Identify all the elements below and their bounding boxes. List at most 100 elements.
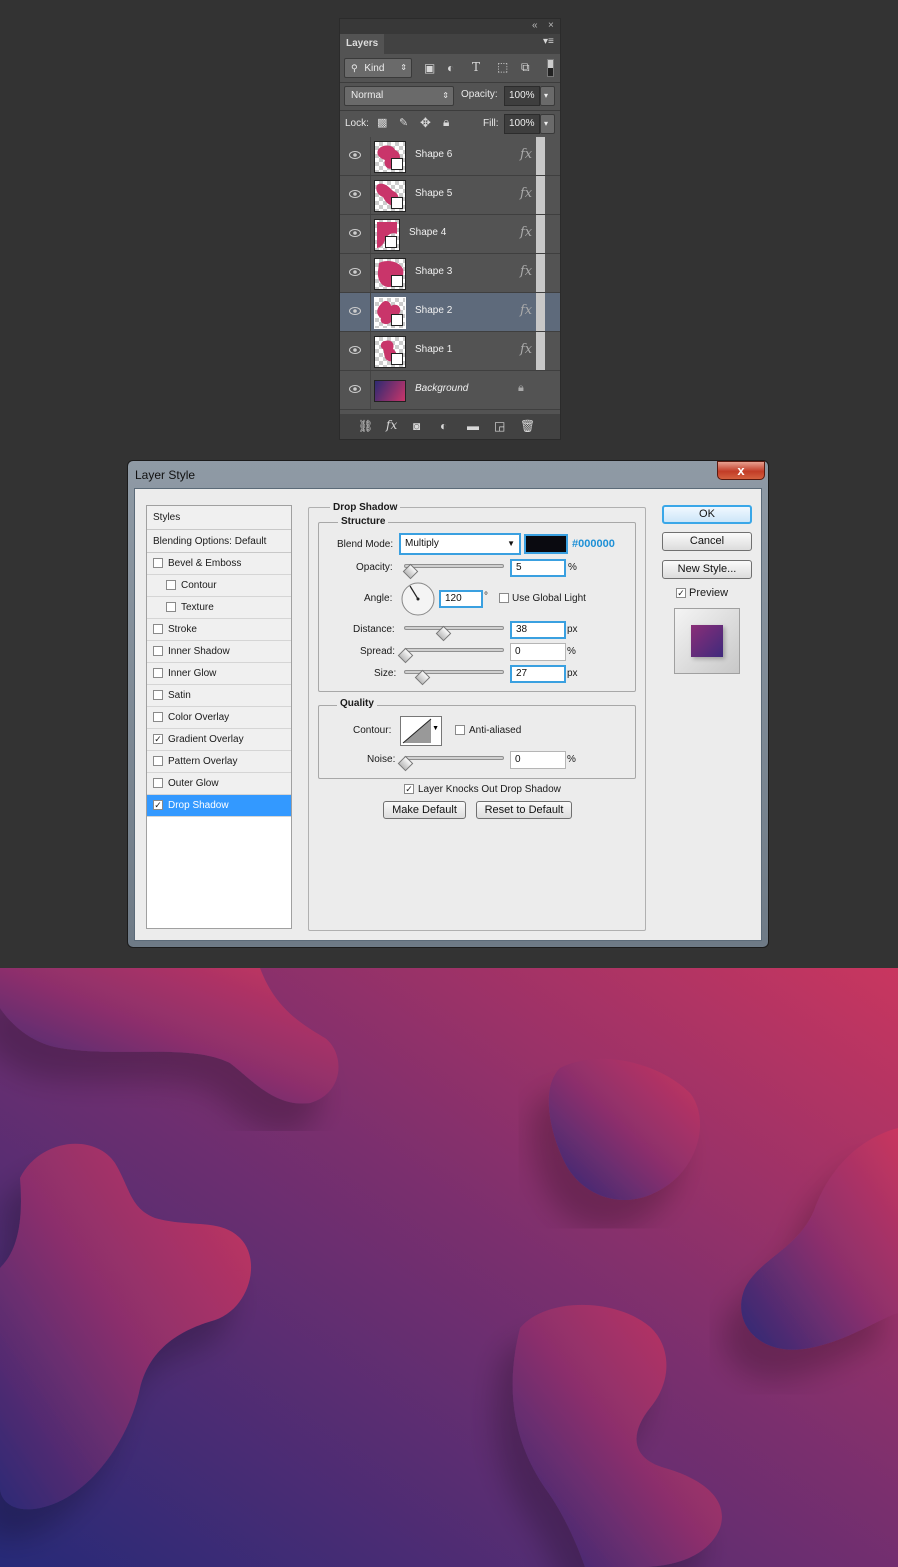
style-checkbox[interactable] <box>153 712 163 722</box>
layer-row[interactable]: Shape 4 fx <box>340 215 560 254</box>
fill-dropdown-icon[interactable]: ▾ <box>540 114 555 134</box>
style-item-contour[interactable]: Contour <box>147 575 291 597</box>
fill-input[interactable]: 100% <box>504 114 540 134</box>
contour-picker[interactable]: ▼ <box>400 716 442 746</box>
new-layer-icon[interactable]: ◲ <box>494 419 505 433</box>
smart-object-filter-icon[interactable]: ⧉ <box>521 60 530 75</box>
shadow-color-swatch[interactable] <box>524 534 568 554</box>
layer-row[interactable]: Shape 6 fx <box>340 137 560 176</box>
style-item-bevel-emboss[interactable]: Bevel & Emboss <box>147 553 291 575</box>
make-default-button[interactable]: Make Default <box>383 801 466 819</box>
lock-all-icon[interactable]: 🔒︎ <box>443 115 449 130</box>
knocks-out-checkbox[interactable]: ✓ <box>404 784 414 794</box>
eye-icon[interactable] <box>349 188 361 200</box>
style-item-outer-glow[interactable]: Outer Glow <box>147 773 291 795</box>
eye-icon[interactable] <box>349 266 361 278</box>
blend-mode-select[interactable]: Multiply ▼ <box>399 533 521 555</box>
styles-header[interactable]: Styles <box>147 506 291 531</box>
style-checkbox[interactable] <box>153 558 163 568</box>
style-checkbox[interactable] <box>166 580 176 590</box>
effects-toggle[interactable] <box>536 137 545 175</box>
layer-row[interactable]: Shape 5 fx <box>340 176 560 215</box>
opacity-input[interactable]: 5 <box>510 559 566 577</box>
distance-slider[interactable] <box>404 626 504 630</box>
filter-toggle-switch[interactable] <box>547 59 554 77</box>
eye-icon[interactable] <box>349 344 361 356</box>
link-layers-icon[interactable]: ⛓ <box>358 419 373 433</box>
opacity-dropdown-icon[interactable]: ▾ <box>540 86 555 106</box>
blending-options-item[interactable]: Blending Options: Default <box>147 530 291 554</box>
style-item-inner-glow[interactable]: Inner Glow <box>147 663 291 685</box>
size-input[interactable]: 27 <box>510 665 566 683</box>
fx-icon[interactable]: fx <box>520 342 532 357</box>
close-panel-icon[interactable]: × <box>548 20 554 31</box>
anti-aliased-checkbox[interactable] <box>455 725 465 735</box>
style-item-texture[interactable]: Texture <box>147 597 291 619</box>
noise-slider[interactable] <box>404 756 504 760</box>
angle-dial[interactable] <box>400 581 436 617</box>
collapse-icon[interactable]: « <box>532 20 538 31</box>
effects-toggle[interactable] <box>536 215 545 253</box>
style-checkbox[interactable] <box>153 668 163 678</box>
style-checkbox[interactable] <box>166 602 176 612</box>
adjustment-filter-icon[interactable]: ◐ <box>447 61 454 75</box>
add-style-icon[interactable]: fx <box>386 418 397 432</box>
style-item-inner-shadow[interactable]: Inner Shadow <box>147 641 291 663</box>
opacity-input[interactable]: 100% <box>504 86 540 106</box>
style-checkbox[interactable]: ✓ <box>153 800 163 810</box>
effects-toggle[interactable] <box>536 254 545 292</box>
new-style-button[interactable]: New Style... <box>662 560 752 579</box>
style-item-drop-shadow[interactable]: ✓ Drop Shadow <box>147 795 291 817</box>
reset-to-default-button[interactable]: Reset to Default <box>476 801 572 819</box>
pixel-filter-icon[interactable]: ▣ <box>424 61 435 75</box>
layer-row-selected[interactable]: Shape 2 fx <box>340 293 560 332</box>
background-layer-row[interactable]: Background 🔒︎ <box>340 371 560 410</box>
fx-icon[interactable]: fx <box>520 225 532 240</box>
style-checkbox[interactable] <box>153 778 163 788</box>
distance-input[interactable]: 38 <box>510 621 566 639</box>
tab-layers[interactable]: Layers <box>340 34 384 54</box>
lock-position-icon[interactable]: ✥ <box>420 115 431 131</box>
eye-icon[interactable] <box>349 149 361 161</box>
style-checkbox[interactable] <box>153 756 163 766</box>
style-checkbox[interactable] <box>153 646 163 656</box>
style-checkbox[interactable] <box>153 624 163 634</box>
style-item-color-overlay[interactable]: Color Overlay <box>147 707 291 729</box>
effects-toggle[interactable] <box>536 332 545 370</box>
layer-row[interactable]: Shape 3 fx <box>340 254 560 293</box>
spread-input[interactable]: 0 <box>510 643 566 661</box>
style-checkbox[interactable] <box>153 690 163 700</box>
shape-filter-icon[interactable]: ⬚ <box>497 60 508 74</box>
delete-layer-trash-icon[interactable]: 🗑︎ <box>520 419 535 433</box>
fx-icon[interactable]: fx <box>520 186 532 201</box>
close-button[interactable]: x <box>717 461 765 480</box>
style-item-gradient-overlay[interactable]: ✓ Gradient Overlay <box>147 729 291 751</box>
lock-transparent-icon[interactable]: ▩ <box>377 116 387 129</box>
lock-icon[interactable]: 🔒︎ <box>518 382 524 395</box>
type-filter-icon[interactable]: T <box>472 60 480 74</box>
noise-input[interactable]: 0 <box>510 751 566 769</box>
style-item-pattern-overlay[interactable]: Pattern Overlay <box>147 751 291 773</box>
spread-slider[interactable] <box>404 648 504 652</box>
panel-menu-icon[interactable]: ▾≡ <box>543 36 554 47</box>
ok-button[interactable]: OK <box>662 505 752 524</box>
style-item-stroke[interactable]: Stroke <box>147 619 291 641</box>
angle-input[interactable]: 120 <box>439 590 483 608</box>
new-group-folder-icon[interactable]: ▬ <box>467 419 479 433</box>
use-global-light-checkbox[interactable] <box>499 593 509 603</box>
eye-icon[interactable] <box>349 383 361 395</box>
style-item-satin[interactable]: Satin <box>147 685 291 707</box>
fx-icon[interactable]: fx <box>520 264 532 279</box>
cancel-button[interactable]: Cancel <box>662 532 752 551</box>
style-checkbox[interactable]: ✓ <box>153 734 163 744</box>
layer-row[interactable]: Shape 1 fx <box>340 332 560 371</box>
effects-toggle[interactable] <box>536 176 545 214</box>
fx-icon[interactable]: fx <box>520 147 532 162</box>
preview-checkbox[interactable]: ✓ <box>676 588 686 598</box>
eye-icon[interactable] <box>349 227 361 239</box>
eye-icon[interactable] <box>349 305 361 317</box>
opacity-slider[interactable] <box>404 564 504 568</box>
new-fill-adjustment-icon[interactable]: ◐ <box>440 419 447 433</box>
blend-mode-select[interactable]: Normal ⇕ <box>344 86 454 106</box>
filter-kind-select[interactable]: ⚲ Kind ⇕ <box>344 58 412 78</box>
